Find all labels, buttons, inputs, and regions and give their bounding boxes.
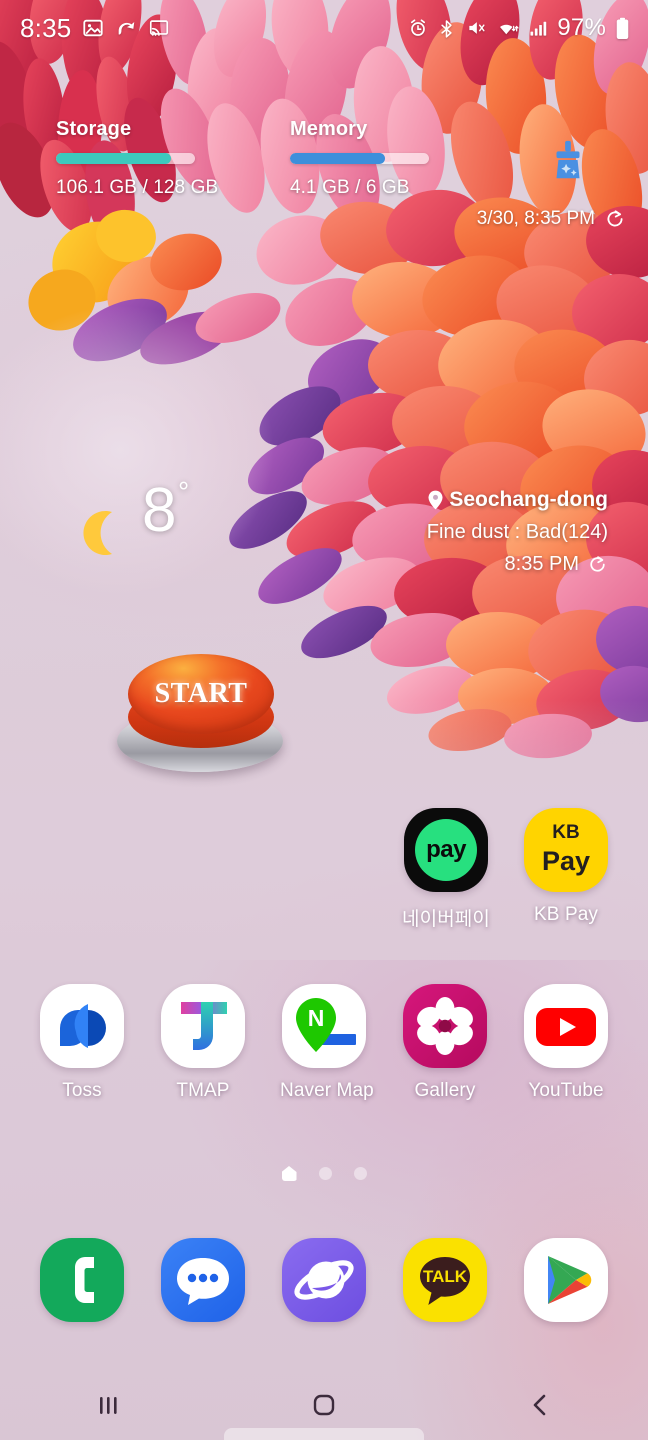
weather-widget[interactable]: 8 ° Seochang-dong Fine dust : Bad(124) 8… [0,470,648,590]
memory-value: 4.1 GB / 6 GB [290,177,410,198]
app-label: TMAP [176,1080,230,1101]
status-bar-right: 97% [408,14,630,42]
weather-timestamp-row: 8:35 PM [427,553,608,576]
home-icon[interactable] [308,1389,340,1421]
back-button[interactable] [432,1370,648,1440]
gallery-icon[interactable] [403,984,487,1068]
app-label: Naver Map [280,1080,374,1101]
internet-icon[interactable] [282,1238,366,1322]
weather-degree-symbol: ° [178,476,190,507]
wifi-icon [500,24,519,35]
battery-percent-label: 97% [557,14,606,41]
naver-map-icon[interactable]: N [282,984,366,1068]
memory-bar-fill [290,153,385,164]
app-label: KB Pay [534,904,598,925]
gesture-handle[interactable] [224,1428,424,1440]
broom-icon[interactable] [545,138,591,184]
kbpay-icon[interactable]: KB Pay [524,808,608,892]
start-button-widget[interactable]: START [110,648,290,788]
refresh-icon[interactable] [587,554,608,575]
status-bar: 8:35 97% [0,0,648,56]
kakaotalk-icon-text: TALK [423,1267,468,1286]
storage-value: 106.1 GB / 128 GB [56,177,219,198]
phone-icon[interactable] [40,1238,124,1322]
image-icon [83,19,104,37]
dock: TALK [0,1238,648,1330]
kbpay-icon-text-kb: KB [552,822,580,843]
recents-button[interactable] [0,1370,216,1440]
app-label: Toss [62,1080,102,1101]
app-label: YouTube [528,1080,604,1101]
alarm-icon [411,19,426,36]
app-youtube[interactable]: YouTube [522,984,610,1102]
app-kbpay[interactable]: KB Pay KB Pay [522,808,610,926]
storage-bar-fill [56,153,172,164]
tmap-icon[interactable] [161,984,245,1068]
battery-icon [616,17,629,39]
storage-title: Storage [56,118,132,140]
dock-item-play-store[interactable] [522,1238,610,1322]
toss-icon[interactable] [40,984,124,1068]
dock-item-messages[interactable] [159,1238,247,1322]
storage-bar [56,153,195,164]
signal-icon [530,21,547,36]
app-tmap[interactable]: TMAP [159,984,247,1102]
app-label: 네이버페이 [402,909,490,930]
recents-icon[interactable] [92,1389,124,1421]
moon-icon [83,511,112,555]
system-monitor-timestamp-row: 3/30, 8:35 PM [477,208,626,230]
app-naver-map[interactable]: N Naver Map [280,984,374,1102]
weather-temperature: 8 [142,476,177,545]
status-bar-clock: 8:35 [20,12,72,43]
memory-monitor[interactable]: Memory 4.1 GB / 6 GB [290,118,490,199]
system-monitor-widget[interactable]: Storage 106.1 GB / 128 GB Memory 4.1 GB … [0,118,648,243]
dock-item-internet[interactable] [280,1238,368,1322]
weather-location-row: Seochang-dong [427,488,608,512]
dock-item-phone[interactable] [38,1238,126,1322]
naverpay-icon[interactable]: pay [404,808,488,892]
system-monitor-timestamp: 3/30, 8:35 PM [476,208,595,229]
bluetooth-icon [441,19,453,38]
weather-timestamp: 8:35 PM [504,553,579,575]
refresh-icon[interactable] [604,208,626,230]
naverpay-icon-text: pay [426,836,466,863]
app-gallery[interactable]: Gallery [401,984,489,1102]
app-label: Gallery [414,1080,476,1101]
youtube-icon[interactable] [524,984,608,1068]
swirl-icon [119,22,135,35]
screen-cast-icon [150,20,169,36]
memory-bar [290,153,429,164]
location-pin-icon [428,490,443,510]
weather-location-name: Seochang-dong [449,488,608,511]
weather-details: Seochang-dong Fine dust : Bad(124) 8:35 … [427,488,608,576]
mute-icon [469,22,485,34]
play-store-icon[interactable] [524,1238,608,1322]
weather-fine-dust: Fine dust : Bad(124) [426,521,608,543]
storage-monitor[interactable]: Storage 106.1 GB / 128 GB [56,118,256,199]
status-bar-left: 8:35 [20,13,170,44]
page-indicator[interactable] [0,1166,648,1181]
page-dot-home[interactable] [281,1166,297,1181]
dock-item-kakaotalk[interactable]: TALK [401,1238,489,1322]
messages-icon[interactable] [161,1238,245,1322]
start-button-label: START [154,678,248,709]
page-dot[interactable] [318,1167,332,1180]
back-icon[interactable] [524,1389,556,1421]
page-dot[interactable] [353,1167,367,1180]
naver-map-icon-text: N [308,1005,325,1031]
kbpay-icon-text-pay: Pay [541,846,591,876]
kakaotalk-icon[interactable]: TALK [403,1238,487,1322]
app-toss[interactable]: Toss [38,984,126,1102]
app-naverpay[interactable]: pay 네이버페이 [402,808,490,931]
memory-title: Memory [290,118,368,140]
